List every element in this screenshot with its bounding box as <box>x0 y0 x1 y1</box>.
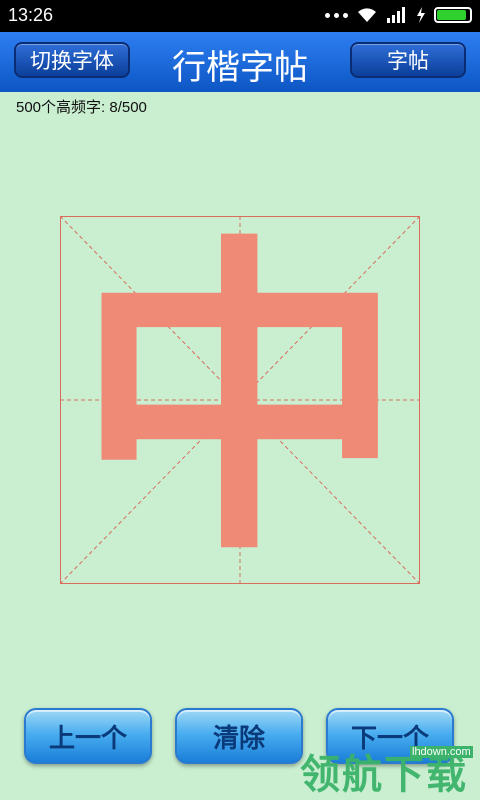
clear-button[interactable]: 清除 <box>175 708 303 764</box>
writing-grid[interactable]: 中 <box>60 216 420 584</box>
practice-character: 中 <box>75 216 405 584</box>
progress-counter: 500个高频字: 8/500 <box>16 99 147 116</box>
copybook-button[interactable]: 字帖 <box>350 42 466 78</box>
status-bar: 13:26 <box>0 0 480 32</box>
signal-icon <box>387 7 405 23</box>
status-time: 13:26 <box>8 5 54 25</box>
battery-fill <box>437 10 466 20</box>
status-icons <box>325 6 472 24</box>
watermark-url: lhdown.com <box>410 746 473 758</box>
battery-icon <box>434 7 472 23</box>
notification-dots-icon <box>325 12 348 18</box>
previous-button[interactable]: 上一个 <box>24 708 152 764</box>
wifi-icon <box>358 8 376 22</box>
app-header: 切换字体 行楷字帖 字帖 <box>0 32 480 92</box>
charging-icon <box>417 7 425 23</box>
